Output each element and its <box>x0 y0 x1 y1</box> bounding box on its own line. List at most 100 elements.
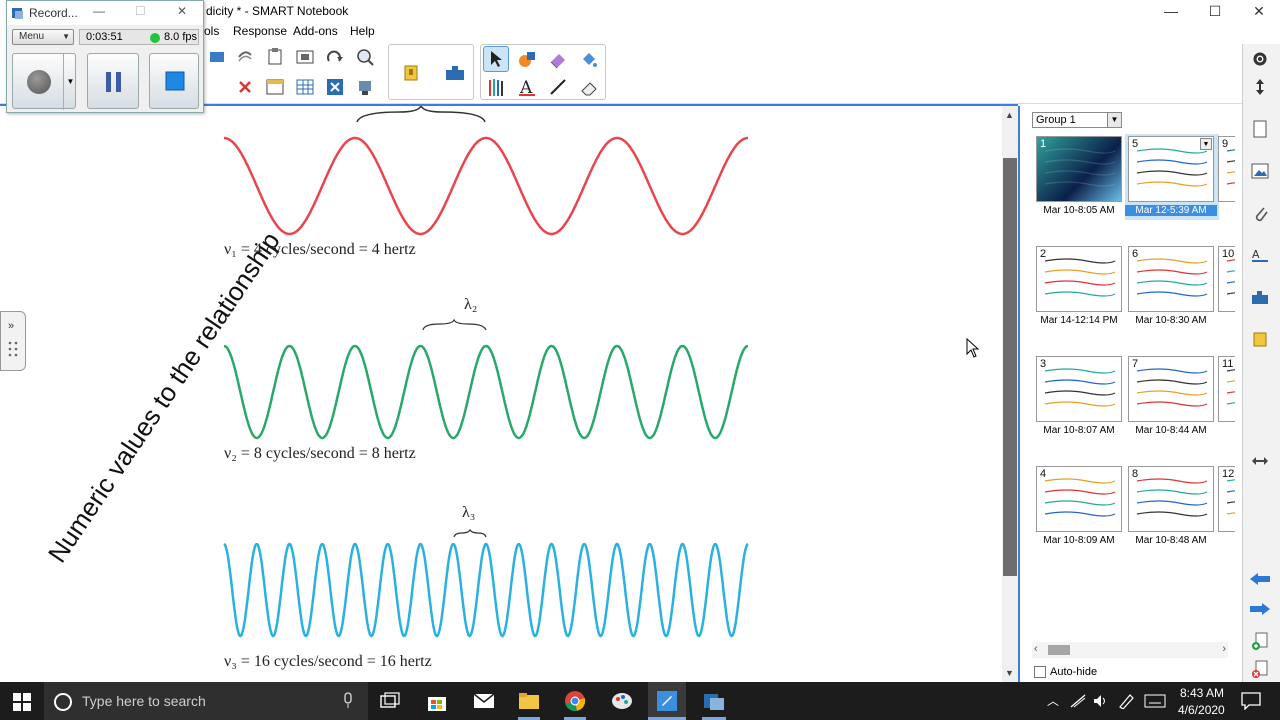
minimize-button[interactable]: — <box>1148 0 1194 22</box>
addons-tab-icon[interactable] <box>1247 284 1273 310</box>
store-icon[interactable] <box>426 691 448 713</box>
clock-date[interactable]: 4/6/2020 <box>1178 703 1225 717</box>
chrome-icon[interactable] <box>564 690 586 712</box>
taskbar: Type here to search ︿ 8:43 AM 4/6/2020 <box>0 682 1280 720</box>
microphone-icon[interactable] <box>342 692 354 710</box>
screen-shade-toggle-icon[interactable] <box>262 74 288 100</box>
page-thumbnail[interactable]: 9 Ma <box>1215 134 1235 220</box>
gear-icon[interactable] <box>1247 46 1273 72</box>
lock-icon[interactable] <box>398 59 424 85</box>
record-button[interactable]: ▼ <box>12 53 77 110</box>
resize-horizontal-icon[interactable] <box>1247 448 1273 474</box>
page-thumbnail[interactable]: 8 Mar 10-8:48 AM <box>1125 464 1219 550</box>
fill-icon[interactable] <box>576 46 602 72</box>
screen-capture-icon[interactable] <box>292 44 318 70</box>
scroll-up-icon[interactable]: ▲ <box>1005 110 1014 120</box>
page-thumbnail[interactable]: 1 Mar 10-8:05 AM <box>1033 134 1127 220</box>
menu-tools[interactable]: ols <box>204 24 219 38</box>
notebook-canvas[interactable]: Numeric values to the relationship λ₂ λ₃… <box>0 106 1002 682</box>
page-thumbnail[interactable]: 12 Ma <box>1215 464 1235 550</box>
thumbnail-image: 6 <box>1128 246 1214 312</box>
page-sorter-tab-icon[interactable] <box>1247 116 1273 142</box>
network-icon[interactable] <box>1070 694 1086 708</box>
thumbnail-content <box>1044 368 1116 407</box>
eraser-icon[interactable] <box>576 74 602 100</box>
properties-tab-icon[interactable]: A <box>1247 242 1273 268</box>
scroll-down-icon[interactable]: ▼ <box>1005 668 1014 678</box>
close-button[interactable]: ✕ <box>1236 0 1280 22</box>
screen-shade-icon[interactable] <box>204 44 230 70</box>
page-thumbnail[interactable]: 10 Ma <box>1215 244 1235 330</box>
page-thumbnail[interactable]: 11 Ma <box>1215 354 1235 440</box>
recorder-taskbar-icon[interactable] <box>702 690 726 712</box>
page-thumbnail[interactable]: 3 Mar 10-8:07 AM <box>1033 354 1127 440</box>
select-pointer-icon[interactable] <box>483 46 509 72</box>
task-view-icon[interactable] <box>380 692 400 710</box>
sorter-horizontal-scrollbar[interactable]: ‹ › <box>1032 642 1228 658</box>
document-camera-icon[interactable] <box>352 74 378 100</box>
thumbnail-grid: 1 Mar 10-8:05 AM 5▼ Mar 12-5:39 AM9 Ma 2 Mar 1… <box>1020 106 1240 646</box>
undo-icon[interactable] <box>232 44 258 70</box>
pause-button[interactable] <box>87 53 139 109</box>
recorder-close-button[interactable]: ✕ <box>177 4 187 18</box>
file-explorer-icon[interactable] <box>518 692 540 710</box>
paint-app-icon[interactable] <box>610 691 634 711</box>
previous-page-icon[interactable] <box>1247 566 1273 592</box>
windows-start-icon[interactable] <box>13 693 31 711</box>
page-thumbnail[interactable]: 6 Mar 10-8:30 AM <box>1125 244 1219 330</box>
thumbnail-image: 4 <box>1036 466 1122 532</box>
lesson-activity-tab-icon[interactable] <box>1247 326 1273 352</box>
add-page-icon[interactable] <box>1247 628 1273 654</box>
taskbar-search-box[interactable]: Type here to search <box>44 682 368 720</box>
page-thumbnail[interactable]: 7 Mar 10-8:44 AM <box>1125 354 1219 440</box>
scroll-left-icon[interactable]: ‹ <box>1034 643 1038 655</box>
tray-overflow-icon[interactable]: ︿ <box>1047 692 1059 709</box>
recorder-minimize-button[interactable]: — <box>93 4 105 18</box>
menu-add-ons[interactable]: Add-ons <box>293 24 338 38</box>
stop-button[interactable] <box>149 53 199 109</box>
scrollbar-thumb[interactable] <box>1003 158 1017 576</box>
clock-time[interactable]: 8:43 AM <box>1180 686 1224 700</box>
gallery-tab-icon[interactable] <box>1247 158 1273 184</box>
attachments-tab-icon[interactable] <box>1247 200 1273 226</box>
thumbnail-image: 7 <box>1128 356 1214 422</box>
paste-icon[interactable] <box>262 44 288 70</box>
recording-status-indicator <box>150 33 160 43</box>
redo-icon[interactable] <box>322 44 348 70</box>
shapes-icon[interactable] <box>514 46 540 72</box>
thumbnail-caption: Mar 10-8:07 AM <box>1043 425 1115 436</box>
table-icon[interactable] <box>292 74 318 100</box>
page-thumbnail[interactable]: 2 Mar 14-12:14 PM <box>1033 244 1127 330</box>
page-thumbnail[interactable]: 4 Mar 10-8:09 AM <box>1033 464 1127 550</box>
horizontal-scroll-thumb[interactable] <box>1048 645 1070 655</box>
mail-icon[interactable] <box>473 693 495 709</box>
puzzle-icon[interactable] <box>442 59 468 85</box>
menu-help[interactable]: Help <box>350 24 375 38</box>
next-page-icon[interactable] <box>1247 596 1273 622</box>
keyboard-icon[interactable] <box>1144 694 1166 708</box>
scroll-right-icon[interactable]: › <box>1222 643 1226 655</box>
zoom-icon[interactable] <box>352 44 378 70</box>
thumbnail-menu-icon[interactable]: ▼ <box>1200 138 1212 150</box>
text-icon[interactable]: A <box>514 74 540 100</box>
maximize-button[interactable]: ☐ <box>1192 0 1238 22</box>
stop-icon <box>165 71 185 91</box>
move-sidebar-icon[interactable] <box>1247 74 1273 100</box>
smart-notebook-taskbar-button[interactable] <box>648 682 686 720</box>
line-icon[interactable] <box>545 74 571 100</box>
record-options-chevron-icon[interactable]: ▼ <box>63 54 77 110</box>
delete-page-icon[interactable] <box>1247 656 1273 682</box>
eraser-shape-icon[interactable] <box>545 46 571 72</box>
close-document-icon[interactable] <box>322 74 348 100</box>
pens-icon[interactable] <box>483 74 509 100</box>
auto-hide-checkbox[interactable] <box>1034 666 1046 678</box>
page-thumbnail[interactable]: 5 ▼ Mar 12-5:39 AM <box>1125 134 1219 220</box>
delete-icon[interactable] <box>232 74 258 100</box>
toolbar-collapse-handle[interactable]: » <box>0 311 26 371</box>
pen-tray-icon[interactable] <box>1118 693 1136 709</box>
notifications-icon[interactable] <box>1241 692 1261 710</box>
recorder-maximize-button[interactable]: ☐ <box>135 4 146 18</box>
volume-icon[interactable] <box>1092 693 1108 709</box>
recorder-menu-dropdown[interactable]: Menu ▼ <box>12 29 74 45</box>
menu-response[interactable]: Response <box>233 24 287 38</box>
